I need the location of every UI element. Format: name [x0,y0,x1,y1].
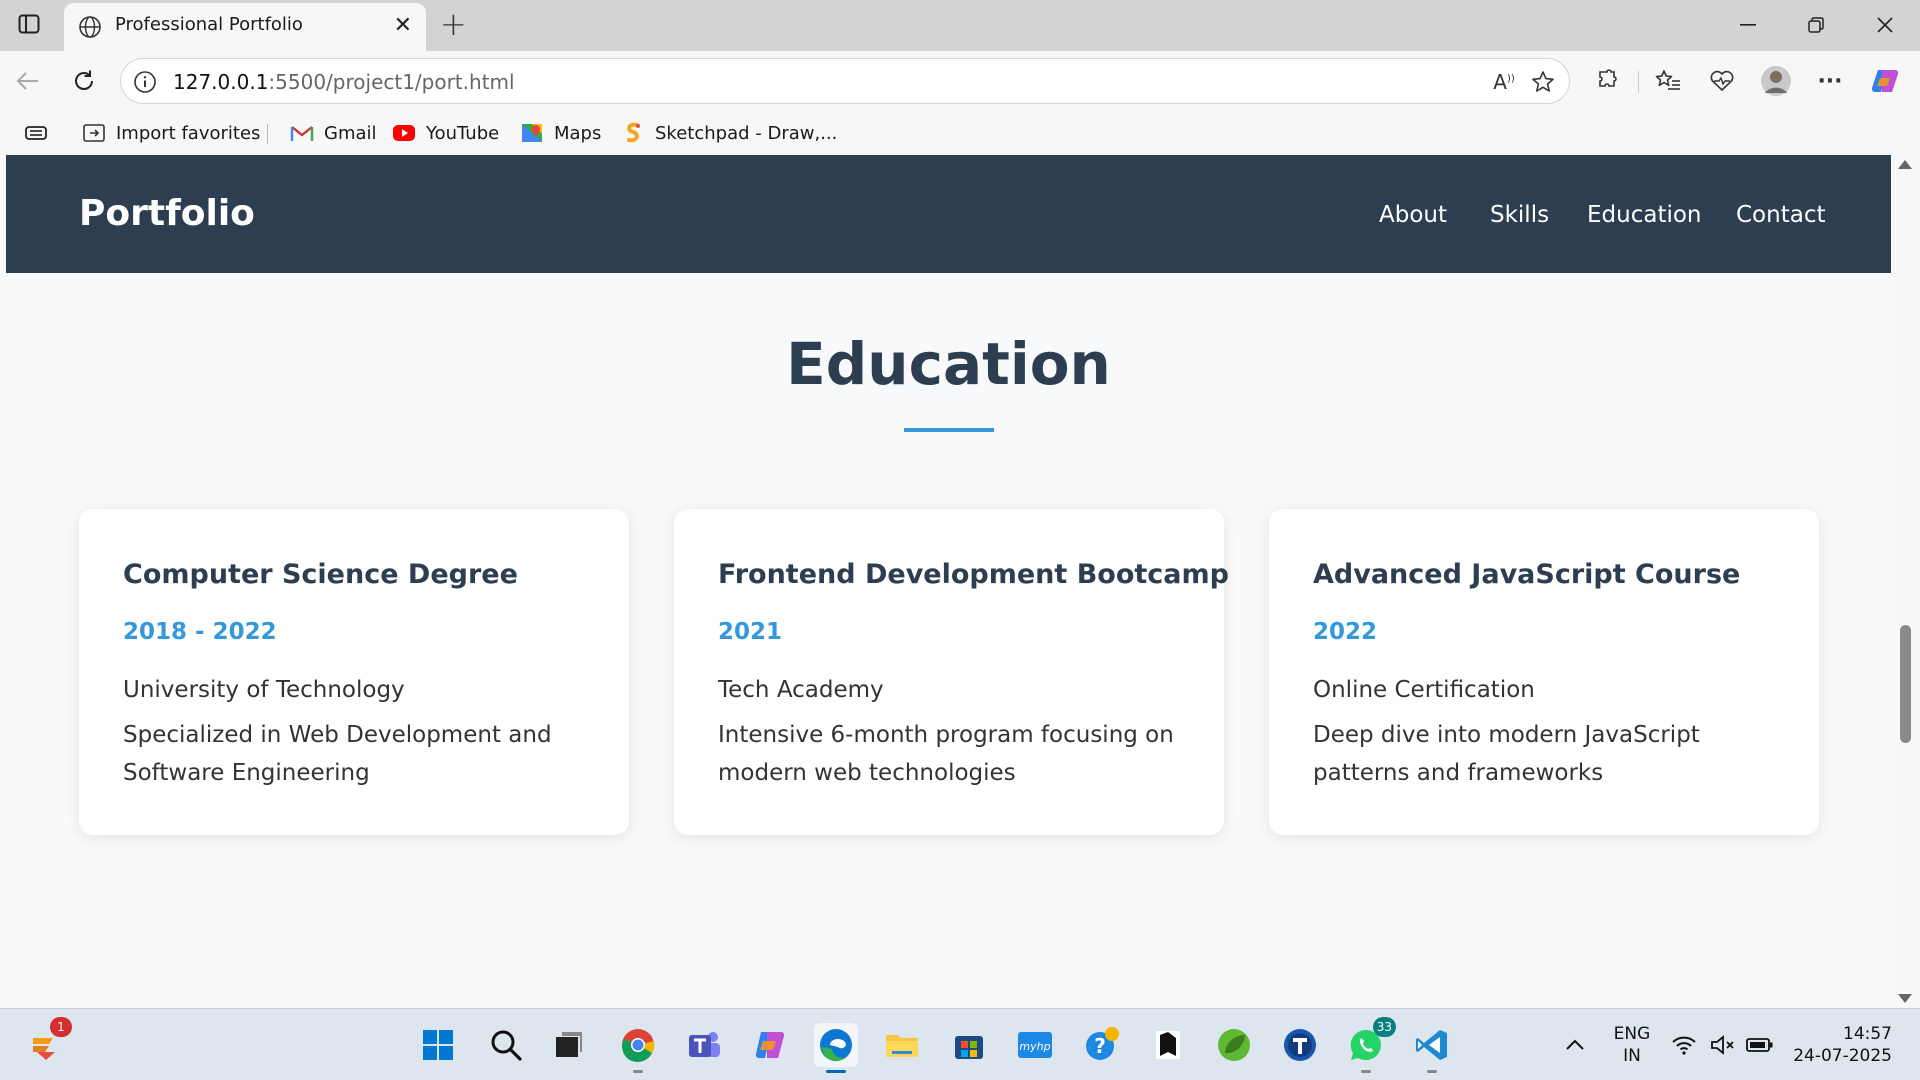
sketchpad-icon [621,121,645,145]
active-indicator [826,1070,846,1073]
favorite-import[interactable]: Import favorites [82,119,260,147]
url-text[interactable]: 127.0.0.1:5500/project1/port.html [173,70,515,94]
card-title: Computer Science Degree [123,559,518,590]
new-tab-icon[interactable]: + [440,6,467,42]
maps-icon [520,121,544,145]
tab-bar: Professional Portfolio ✕ + [0,0,1920,51]
extensions-icon[interactable] [1591,65,1623,97]
card-title: Frontend Development Bootcamp [718,559,1229,590]
start-windows-icon[interactable] [416,1023,460,1067]
card-institution: Tech Academy [718,677,884,703]
education-card: Computer Science Degree 2018 - 2022 Univ… [79,509,629,835]
globe-icon [78,15,102,39]
running-indicator [633,1070,643,1073]
tab-actions-icon[interactable] [14,11,44,37]
volume-muted-icon[interactable] [1705,1023,1741,1067]
wifi-icon[interactable] [1666,1023,1702,1067]
file-explorer-icon[interactable] [880,1023,924,1067]
profile-avatar[interactable] [1760,65,1792,97]
running-indicator [1427,1070,1437,1073]
tab-title: Professional Portfolio [115,14,303,35]
language-indicator[interactable]: ENG IN [1606,1023,1658,1067]
card-year: 2022 [1313,619,1378,645]
widgets-icon[interactable]: 1 [24,1017,72,1067]
svg-text:myhp: myhp [1019,1040,1050,1053]
search-icon[interactable] [484,1023,528,1067]
favorite-gmail[interactable]: Gmail [290,119,377,147]
restore-icon[interactable] [1796,10,1836,40]
card-title: Advanced JavaScript Course [1313,559,1741,590]
more-options-icon[interactable]: ··· [1814,65,1846,97]
nav-link-contact[interactable]: Contact [1736,202,1825,228]
page-scrollbar[interactable] [1891,155,1920,1008]
card-institution: University of Technology [123,677,405,703]
back-icon[interactable] [12,65,44,97]
active-tab[interactable]: Professional Portfolio ✕ [64,3,426,51]
svg-text:?: ? [1094,1034,1106,1058]
scroll-down-icon[interactable] [1898,994,1912,1003]
get-help-icon[interactable]: ? [1080,1023,1124,1067]
collections-icon[interactable] [24,119,48,147]
widgets-badge: 1 [50,1017,72,1037]
favorites-bar: Import favorites Gmail YouTube Maps Sket… [0,111,1920,155]
chrome-icon[interactable] [616,1023,660,1073]
card-description: Deep dive into modern JavaScript pattern… [1313,722,1700,786]
title-underline [904,428,994,432]
card-description: Specialized in Web Development and Softw… [123,722,552,786]
windows-taskbar: 1 myhp ? 33 ENG IN 14:57 24-07-2025 [0,1008,1920,1080]
spring-tool-icon[interactable] [1212,1023,1256,1067]
nav-link-skills[interactable]: Skills [1490,202,1549,228]
site-info-icon[interactable] [133,70,157,94]
page-viewport: Portfolio About Skills Education Contact… [6,155,1891,1008]
scroll-up-icon[interactable] [1898,160,1912,169]
favorite-sketchpad[interactable]: Sketchpad - Draw,... [621,119,837,147]
battery-icon[interactable] [1742,1023,1778,1067]
favorite-youtube[interactable]: YouTube [392,119,499,147]
favorite-star-icon[interactable] [1530,69,1556,95]
nav-link-education[interactable]: Education [1587,202,1702,228]
microsoft-store-icon[interactable] [947,1023,991,1067]
nav-link-about[interactable]: About [1379,202,1447,228]
close-tab-icon[interactable]: ✕ [394,13,412,39]
favorite-maps[interactable]: Maps [520,119,601,147]
whatsapp-icon[interactable]: 33 [1344,1017,1396,1073]
favorites-list-icon[interactable] [1652,65,1684,97]
notion-icon[interactable] [1146,1023,1190,1067]
section-title: Education [786,330,1111,398]
clock[interactable]: 14:57 24-07-2025 [1790,1023,1910,1067]
site-navbar: Portfolio About Skills Education Contact [6,155,1891,273]
running-indicator [1361,1070,1371,1073]
task-view-icon[interactable] [547,1023,591,1067]
browser-essentials-icon[interactable] [1706,65,1738,97]
chevron-up-icon[interactable] [1553,1023,1597,1067]
read-aloud-icon[interactable]: A)) [1491,69,1517,95]
edge-icon[interactable] [814,1023,858,1073]
education-card: Frontend Development Bootcamp 2021 Tech … [674,509,1229,835]
teams-icon[interactable] [682,1023,726,1067]
favorites-separator [267,124,268,144]
myhp-icon[interactable]: myhp [1013,1023,1057,1067]
browser-toolbar: 127.0.0.1:5500/project1/port.html A)) ··… [0,51,1920,111]
card-year: 2021 [718,619,783,645]
import-icon [82,121,106,145]
card-year: 2018 - 2022 [123,619,277,645]
gmail-icon [290,121,314,145]
refresh-icon[interactable] [68,65,100,97]
close-window-icon[interactable] [1865,10,1905,40]
whatsapp-badge: 33 [1372,1017,1396,1037]
copilot-icon[interactable] [1869,65,1901,97]
scrollbar-thumb[interactable] [1900,625,1911,743]
typora-icon[interactable] [1278,1023,1322,1067]
copilot-app-icon[interactable] [748,1023,792,1067]
address-bar[interactable]: 127.0.0.1:5500/project1/port.html A)) [120,58,1570,104]
card-institution: Online Certification [1313,677,1535,703]
youtube-icon [392,121,416,145]
vscode-icon[interactable] [1410,1023,1454,1073]
card-description: Intensive 6-month program focusing on mo… [718,722,1174,786]
minimize-icon[interactable] [1728,10,1768,40]
site-brand[interactable]: Portfolio [79,193,255,234]
education-card: Advanced JavaScript Course 2022 Online C… [1269,509,1819,835]
